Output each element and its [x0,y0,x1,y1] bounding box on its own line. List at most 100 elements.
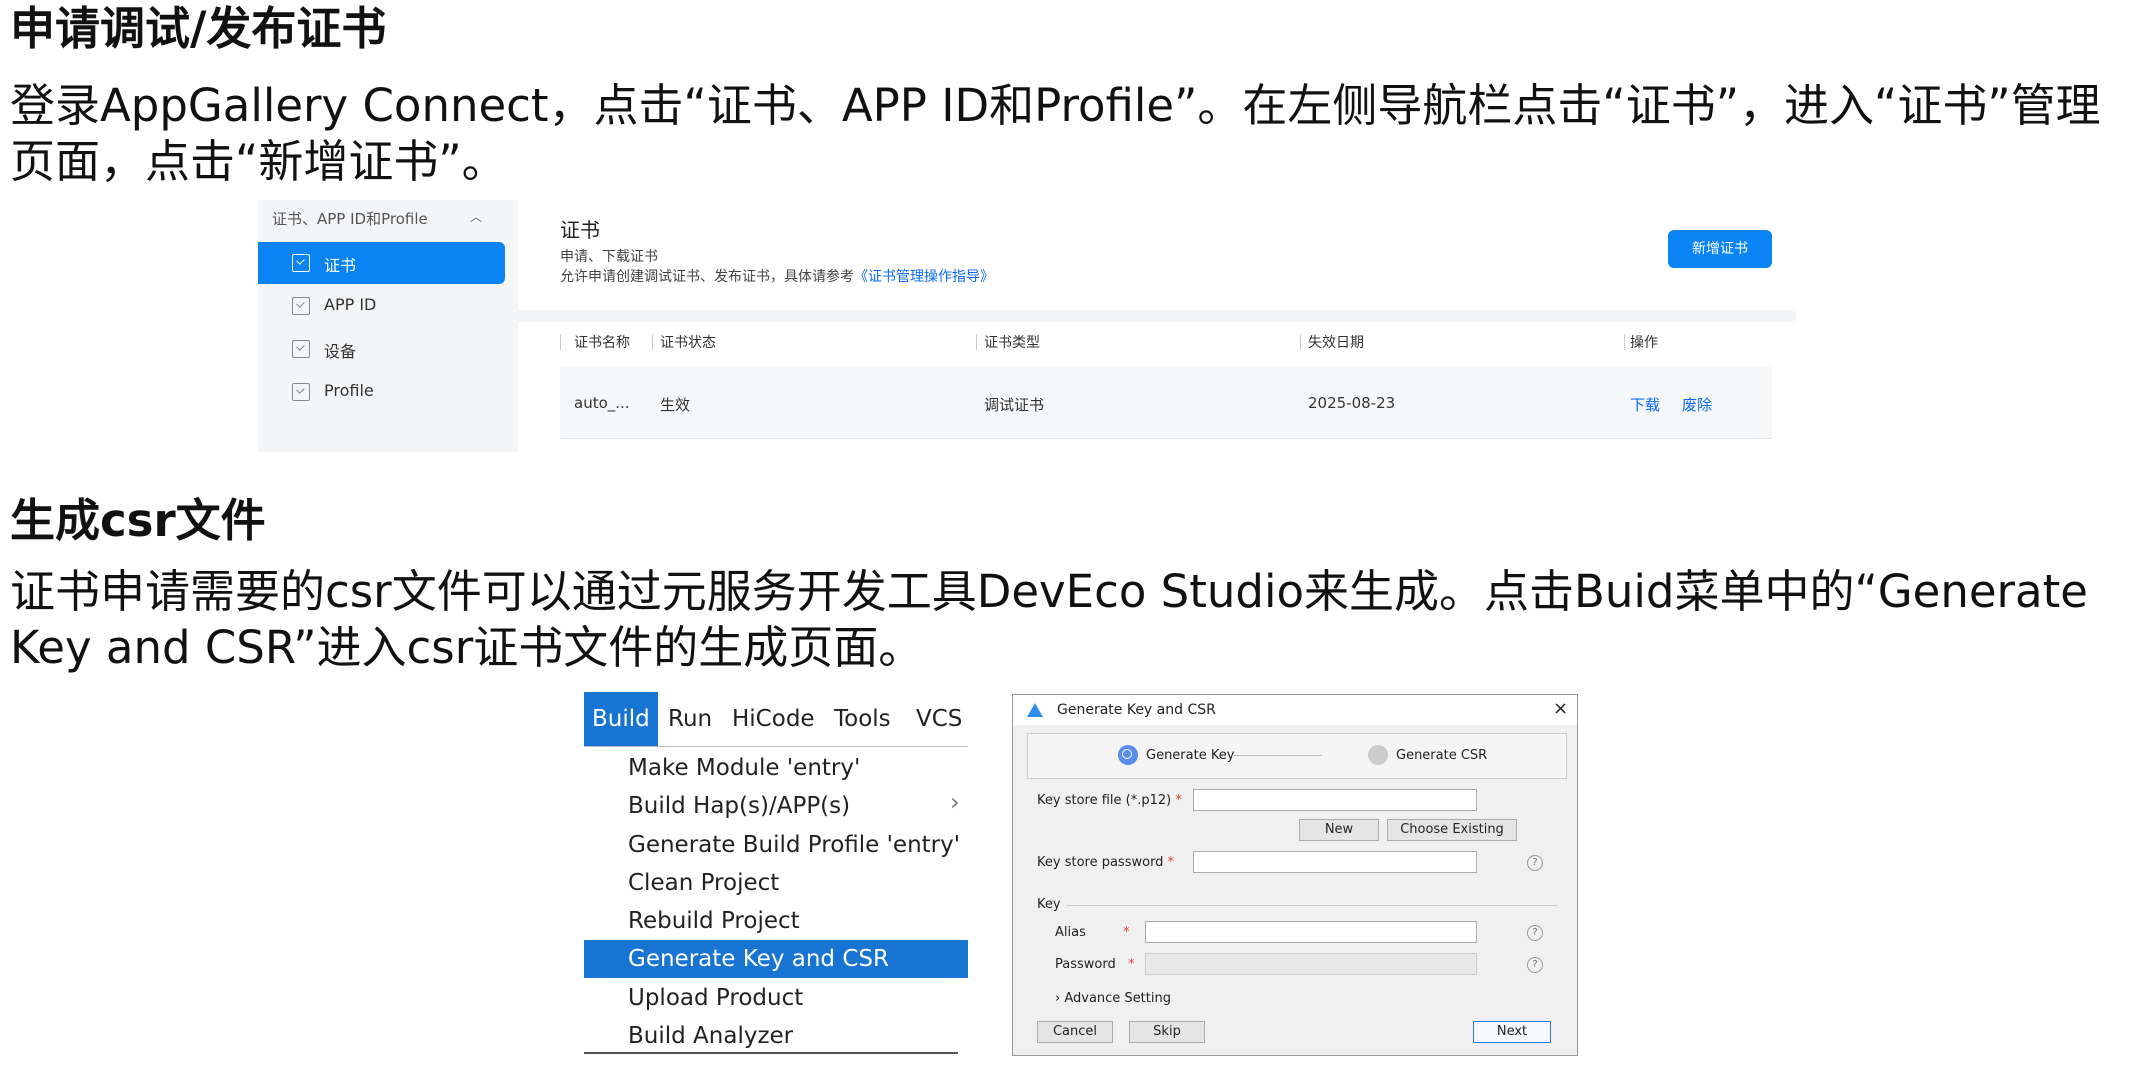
deveco-logo-icon [1027,703,1043,717]
menu-item-rebuild-project[interactable]: Rebuild Project [584,902,968,940]
menu-item-make-module[interactable]: Make Module 'entry' [584,749,968,787]
sidebar-item-label: APP ID [324,295,377,314]
alias-text: Alias [1055,925,1086,940]
menu-tools[interactable]: Tools [834,706,891,732]
alias-label: Alias * [1055,925,1130,940]
keystore-file-text: Key store file (*.p12) [1037,793,1172,808]
menu-hicode[interactable]: HiCode [732,706,815,732]
column-header-actions: 操作 [1630,335,1658,351]
cell-status: 生效 [660,396,691,414]
section1-heading: 申请调试/发布证书 [10,2,387,55]
agc-certificate-panel: 证书、APP ID和Profile ︿ 证书 APP ID 设备 Profile… [258,200,1796,452]
keystore-file-input[interactable] [1193,789,1477,811]
keystore-password-input[interactable] [1193,851,1477,873]
cell-name: auto_... [574,394,630,412]
chevron-up-icon[interactable]: ︿ [470,208,482,225]
menu-item-clean-project[interactable]: Clean Project [584,864,968,902]
menu-item-generate-build-profile[interactable]: Generate Build Profile 'entry' [584,826,968,864]
help-icon[interactable]: ? [1527,855,1543,871]
build-menu-screenshot: Build Run HiCode Tools VCS Make Module '… [584,692,968,1054]
column-header-expiry: 失效日期 [1308,335,1364,351]
key-password-text: Password [1055,957,1116,972]
required-mark: * [1167,855,1175,870]
section1-paragraph: 登录AppGallery Connect，点击“证书、APP ID和Profil… [10,78,2120,190]
required-mark: * [1128,957,1135,972]
sidebar-item-label: 证书 [324,256,357,275]
menu-vcs[interactable]: VCS [916,706,962,732]
page-title: 证书 [560,218,600,242]
description-text: 允许申请创建调试证书、发布证书，具体请参考 [560,269,854,285]
keystore-password-label: Key store password * [1037,855,1174,870]
dialog-title: Generate Key and CSR [1057,702,1216,718]
step2-label: Generate CSR [1396,748,1488,763]
close-icon[interactable]: × [1553,698,1568,719]
menu-item-build-hap[interactable]: Build Hap(s)/APP(s) [584,787,968,825]
key-group-label: Key [1037,897,1061,912]
step1-label: Generate Key [1146,748,1235,763]
chevron-right-icon: › [1055,991,1061,1006]
app-id-icon [292,297,310,315]
step-connector [1232,755,1322,756]
profile-icon [292,383,310,401]
menu-item-generate-key-csr[interactable]: Generate Key and CSR [584,940,968,978]
cancel-button[interactable]: Cancel [1037,1021,1113,1043]
section2-line1: 证书申请需要的csr文件可以通过元服务开发工具DevEco Studio来生成。… [10,565,2088,618]
choose-existing-button[interactable]: Choose Existing [1387,819,1517,841]
step-active-icon [1118,745,1138,765]
menu-run[interactable]: Run [668,706,712,732]
revoke-link[interactable]: 废除 [1682,394,1712,415]
page-description: 允许申请创建调试证书、发布证书，具体请参考《证书管理操作指导》 [560,266,994,286]
advance-setting-toggle[interactable]: › Advance Setting [1055,991,1171,1006]
dialog-titlebar: Generate Key and CSR × [1013,695,1577,725]
new-certificate-button[interactable]: 新增证书 [1668,230,1772,268]
column-header-type: 证书类型 [984,335,1040,351]
key-password-input[interactable] [1145,953,1477,975]
sidebar-item-device[interactable]: 设备 [258,328,505,370]
column-separator [652,334,653,350]
sidebar-item-label: 设备 [324,342,357,361]
agc-sidebar: 证书、APP ID和Profile ︿ 证书 APP ID 设备 Profile [258,200,518,452]
key-group-divider [1067,905,1557,906]
sidebar-title[interactable]: 证书、APP ID和Profile [272,208,428,229]
key-password-label: Password * [1055,957,1135,972]
cell-expiry: 2025-08-23 [1308,394,1396,412]
section2-heading: 生成csr文件 [10,494,266,547]
step-indicator: Generate Key Generate CSR [1027,733,1567,779]
menu-item-build-analyzer[interactable]: Build Analyzer [584,1017,968,1055]
column-separator [1624,334,1625,350]
keystore-password-text: Key store password [1037,855,1164,870]
new-keystore-button[interactable]: New [1299,819,1379,841]
divider [518,310,1796,322]
next-button[interactable]: Next [1473,1021,1551,1043]
help-icon[interactable]: ? [1527,957,1543,973]
download-link[interactable]: 下载 [1630,394,1660,415]
column-header-status: 证书状态 [660,335,716,351]
sidebar-item-label: Profile [324,381,374,400]
generate-key-csr-dialog: Generate Key and CSR × Generate Key Gene… [1012,694,1578,1056]
section2-line2: Key and CSR”进入csr证书文件的生成页面。 [10,621,924,674]
keystore-file-label: Key store file (*.p12) * [1037,793,1182,808]
page-subtitle: 申请、下载证书 [560,249,658,265]
certificate-icon [292,254,310,272]
cell-type: 调试证书 [984,396,1045,414]
sidebar-item-certificate[interactable]: 证书 [258,242,505,284]
skip-button[interactable]: Skip [1129,1021,1205,1043]
sidebar-item-app-id[interactable]: APP ID [258,285,505,327]
step-inactive-icon [1368,745,1388,765]
menu-item-upload-product[interactable]: Upload Product [584,979,968,1017]
section1-line1: 登录AppGallery Connect，点击“证书、APP ID和Profil… [10,79,2101,132]
column-separator [560,334,561,350]
guide-link[interactable]: 《证书管理操作指导》 [854,269,994,285]
advance-setting-text: Advance Setting [1064,991,1171,1006]
table-row [560,366,1772,439]
menu-bottom-border [584,1052,958,1054]
submenu-arrow-icon: › [950,788,960,816]
required-mark: * [1175,793,1182,808]
menu-build[interactable]: Build [584,692,658,746]
section2-paragraph: 证书申请需要的csr文件可以通过元服务开发工具DevEco Studio来生成。… [10,564,2120,676]
help-icon[interactable]: ? [1527,925,1543,941]
column-separator [976,334,977,350]
sidebar-item-profile[interactable]: Profile [258,371,505,413]
alias-input[interactable] [1145,921,1477,943]
column-header-name: 证书名称 [574,335,630,351]
